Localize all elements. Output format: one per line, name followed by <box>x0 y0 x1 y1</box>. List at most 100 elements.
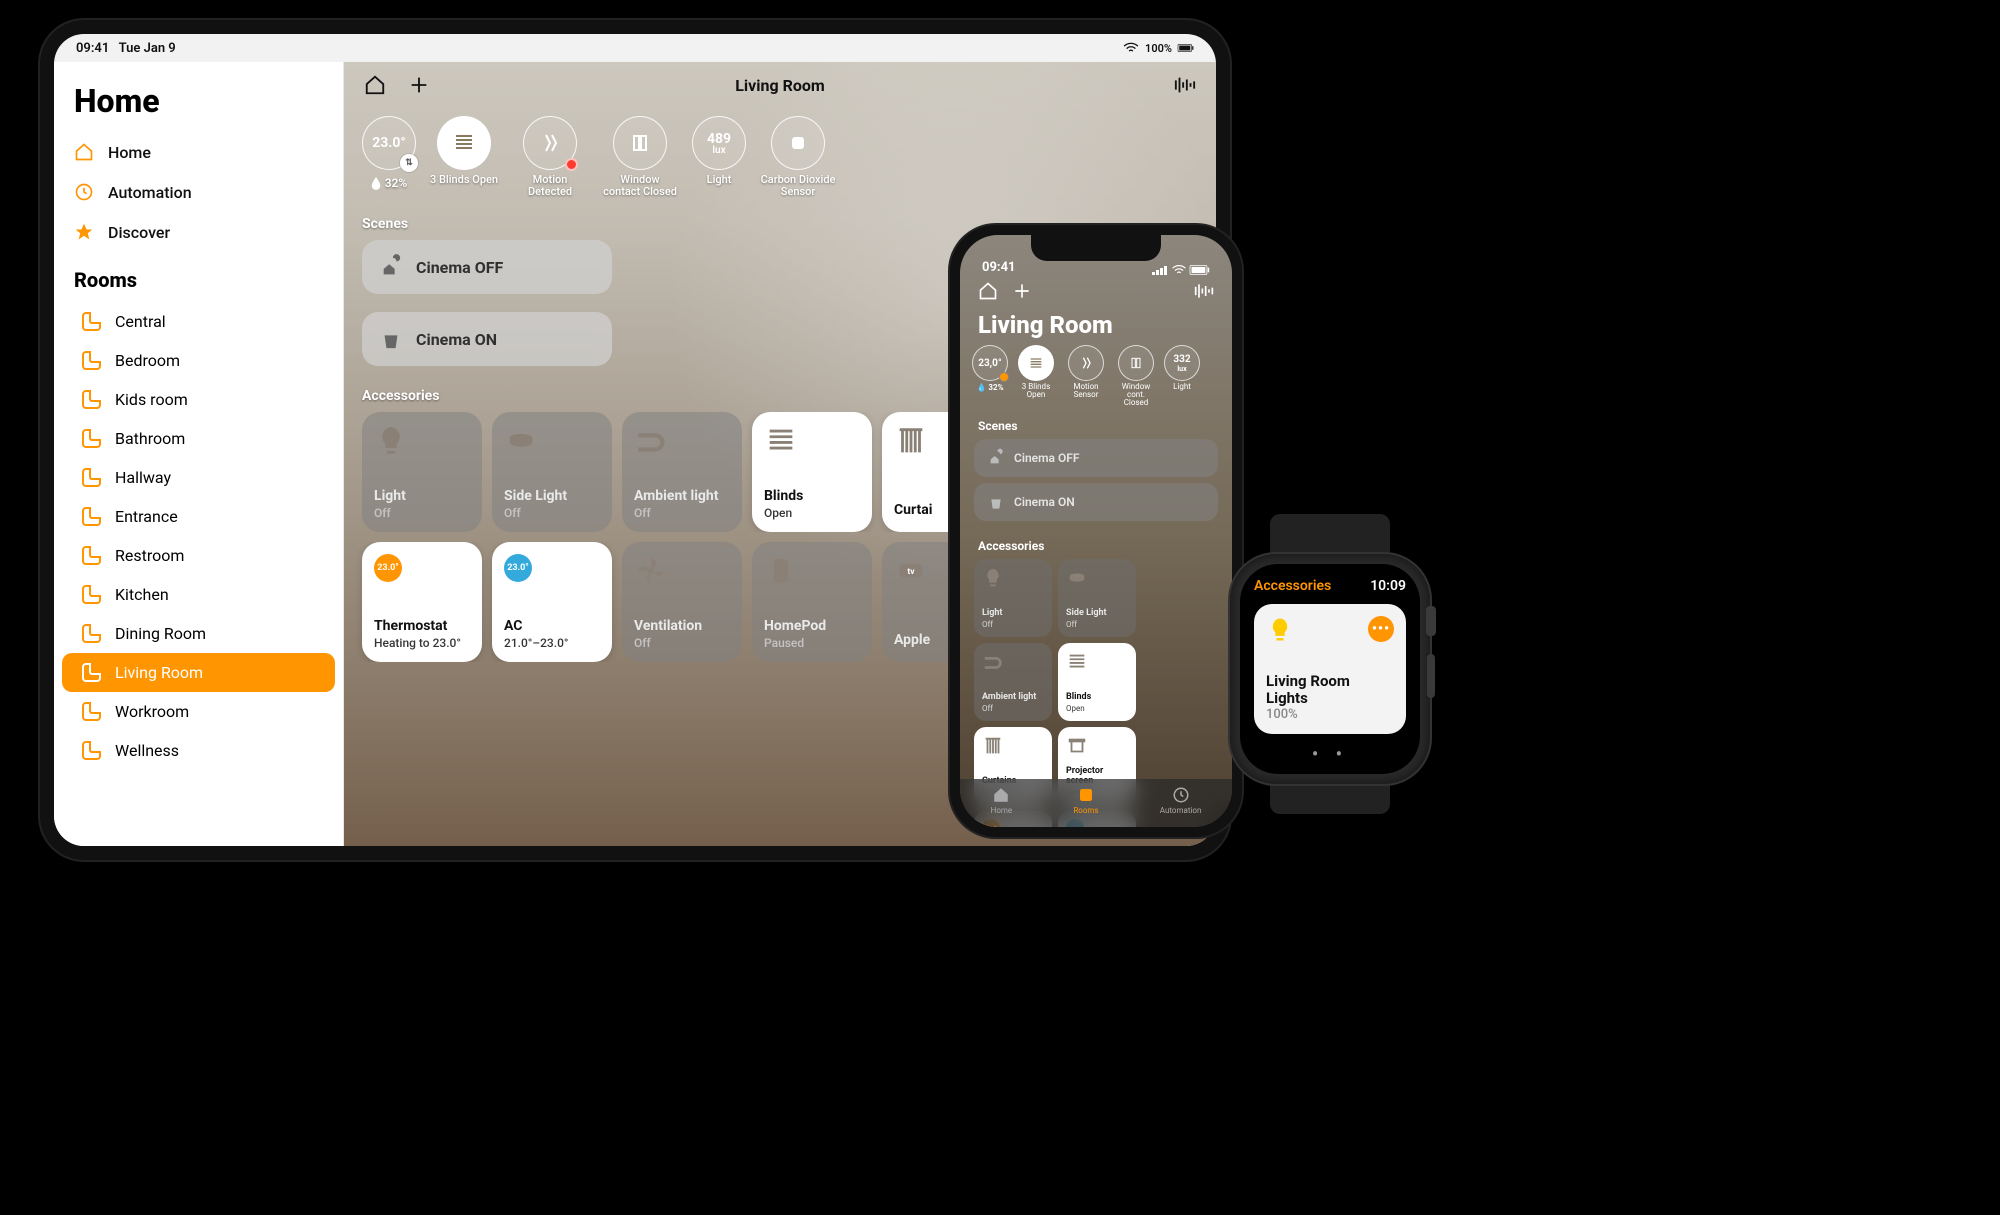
sidebar-room-item[interactable]: Kitchen <box>62 575 335 614</box>
accessory-tile[interactable]: Side LightOff <box>1058 559 1136 637</box>
accessory-tile[interactable]: Side LightOff <box>492 412 612 532</box>
accessory-tile[interactable]: LightOff <box>974 559 1052 637</box>
sidebar-room-item[interactable]: Kids room <box>62 380 335 419</box>
accessory-tile[interactable]: Ambient lightOff <box>622 412 742 532</box>
battery-percent: 100% <box>1145 42 1172 55</box>
sidebar-room-item[interactable]: Workroom <box>62 692 335 731</box>
room-icon <box>82 741 101 760</box>
iphone-add-button[interactable] <box>1012 281 1032 305</box>
pill-label: 3 Blinds Open <box>430 174 498 186</box>
pill-label: Light <box>707 174 732 186</box>
humidity-value: 💧 32% <box>976 383 1003 392</box>
accessory-tile[interactable]: 23.0°AC21.0°–23.0° <box>492 542 612 662</box>
curtain-icon <box>894 424 928 458</box>
accessory-tile[interactable]: VentilationOff <box>622 542 742 662</box>
scene-cinema-on[interactable]: Cinema ON <box>974 483 1218 521</box>
room-label: Kitchen <box>115 585 169 604</box>
tile-state: Off <box>982 704 1044 713</box>
sidebar-room-item[interactable]: Restroom <box>62 536 335 575</box>
scene-cinema-off[interactable]: Cinema OFF <box>974 439 1218 477</box>
pill-blinds[interactable]: 3 Blinds Open <box>1014 345 1058 407</box>
nav-label: Automation <box>108 183 192 202</box>
updown-icon: ⇅ <box>400 154 418 172</box>
sidebar-room-item[interactable]: Wellness <box>62 731 335 770</box>
watch-case: Accessories 10:09 ••• Living Room Lights… <box>1230 554 1430 784</box>
room-label: Entrance <box>115 507 178 526</box>
iphone-screen: 09:41 Living Room 23,0° 💧 32% 3 Blinds O… <box>960 235 1232 827</box>
room-icon <box>82 429 101 448</box>
iphone-intercom-button[interactable] <box>1194 281 1214 305</box>
sidebar-room-item[interactable]: Bedroom <box>62 341 335 380</box>
sidebar-room-item[interactable]: Hallway <box>62 458 335 497</box>
strip-icon <box>982 651 1004 673</box>
iphone-time: 09:41 <box>982 260 1016 275</box>
pill-window[interactable]: Window cont. Closed <box>1114 345 1158 407</box>
sidebar-room-item[interactable]: Dining Room <box>62 614 335 653</box>
accessory-tile[interactable]: BlindsOpen <box>752 412 872 532</box>
iphone-pills-row: 23,0° 💧 32% 3 Blinds Open Motion Sensor … <box>960 345 1232 407</box>
pill-blinds[interactable]: 3 Blinds Open <box>430 116 498 186</box>
iphone-home-button[interactable] <box>978 281 998 305</box>
pill-light[interactable]: 489lux Light <box>692 116 746 186</box>
pill-temperature[interactable]: 23,0° 💧 32% <box>972 345 1008 407</box>
sidebar-room-item[interactable]: Bathroom <box>62 419 335 458</box>
pill-motion[interactable]: Motion Detected <box>512 116 588 198</box>
pill-temperature[interactable]: 23.0° ⇅ 32% <box>362 116 416 190</box>
watch-screen: Accessories 10:09 ••• Living Room Lights… <box>1240 564 1420 774</box>
iphone-notch <box>1031 235 1161 261</box>
tile-state: Open <box>764 506 860 520</box>
more-label: ••• <box>1372 621 1390 637</box>
nav-home[interactable]: Home <box>54 132 343 172</box>
watch-crown[interactable] <box>1426 606 1436 636</box>
tab-automation[interactable]: Automation <box>1160 786 1202 815</box>
pill-motion[interactable]: Motion Sensor <box>1064 345 1108 407</box>
pill-light[interactable]: 332lux Light <box>1164 345 1200 407</box>
room-icon <box>82 546 101 565</box>
content-title: Living Room <box>344 76 1216 95</box>
accessory-tile[interactable]: Ambient lightOff <box>974 643 1052 721</box>
curtain-icon <box>982 735 1004 757</box>
sidebar-room-item[interactable]: Entrance <box>62 497 335 536</box>
tile-name: Side Light <box>1066 609 1128 619</box>
sidebar-room-item[interactable]: Living Room <box>62 653 335 692</box>
accessory-tile[interactable]: LightOff <box>362 412 482 532</box>
room-label: Kids room <box>115 390 188 409</box>
more-button[interactable]: ••• <box>1368 616 1394 642</box>
accessory-tile[interactable]: BlindsOpen <box>1058 643 1136 721</box>
scene-cinema-on[interactable]: Cinema ON <box>362 312 612 366</box>
window-icon <box>628 131 652 155</box>
nav-discover[interactable]: Discover <box>54 212 343 252</box>
temp-dot-icon: 23.0° <box>374 554 402 582</box>
watch-device: Accessories 10:09 ••• Living Room Lights… <box>1220 514 1440 814</box>
tab-rooms[interactable]: Rooms <box>1073 786 1098 815</box>
tile-name: Blinds <box>1066 693 1128 703</box>
accessory-tile[interactable]: 23.0°ThermostatHeating to 23.0° <box>362 542 482 662</box>
home-icon <box>74 142 94 162</box>
scene-label: Cinema ON <box>416 330 497 349</box>
dot-icon <box>999 372 1009 382</box>
pill-co2[interactable]: Carbon Dioxide Sensor <box>760 116 836 198</box>
strip-icon <box>634 424 668 458</box>
watch-statusbar: Accessories 10:09 <box>1254 578 1406 594</box>
bulb-icon <box>982 567 1004 589</box>
pill-label: 3 Blinds Open <box>1014 383 1058 399</box>
humidity-value: 32% <box>385 176 408 190</box>
tile-name: Thermostat <box>374 618 470 634</box>
watch-time: 10:09 <box>1370 578 1406 594</box>
tile-state: Open <box>1066 704 1128 713</box>
temp-value: 23.0° <box>372 135 406 151</box>
accessory-tile[interactable]: HomePodPaused <box>752 542 872 662</box>
tab-home[interactable]: Home <box>991 786 1013 815</box>
room-icon <box>82 585 101 604</box>
watch-accessory-tile[interactable]: ••• Living Room Lights 100% <box>1254 604 1406 734</box>
iphone-accessories-label: Accessories <box>960 527 1232 559</box>
nav-automation[interactable]: Automation <box>54 172 343 212</box>
scene-cinema-off[interactable]: Cinema OFF <box>362 240 612 294</box>
watch-side-button[interactable] <box>1427 654 1435 698</box>
sidebar: Home Home Automation Discover Rooms Cent… <box>54 62 344 846</box>
pill-window-contact[interactable]: Window contact Closed <box>602 116 678 198</box>
status-time-date: 09:41 Tue Jan 9 <box>76 41 176 56</box>
tile-state: Off <box>634 506 730 520</box>
room-label: Bathroom <box>115 429 185 448</box>
sidebar-room-item[interactable]: Central <box>62 302 335 341</box>
